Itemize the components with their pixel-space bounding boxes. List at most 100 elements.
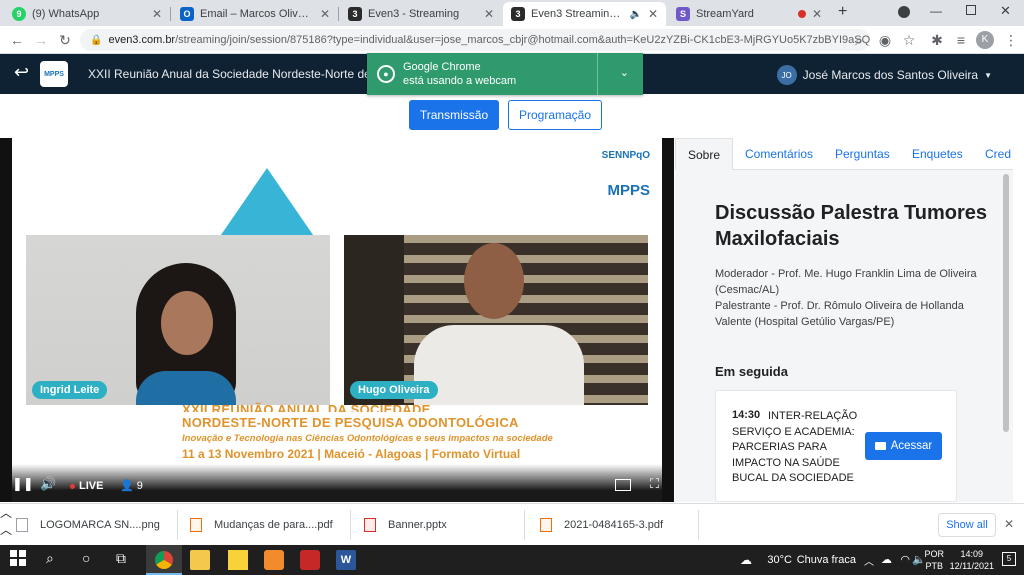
download-item[interactable]: LOGOMARCA SN....png — [16, 515, 160, 535]
sticky-notes-icon[interactable] — [228, 550, 248, 570]
participant-video-hugo: Hugo Oliveira — [344, 235, 648, 405]
browser-tab-streamyard[interactable]: S StreamYard ✕ — [668, 2, 830, 26]
address-bar[interactable]: 🔒 even3.com.br/streaming/join/session/87… — [80, 29, 870, 51]
sennpqo-logo: SENNPqO — [601, 150, 650, 161]
bookmark-star-icon[interactable]: ☆ — [900, 31, 918, 49]
tab-comentarios[interactable]: Comentários — [745, 138, 813, 170]
close-icon[interactable]: ✕ — [320, 7, 330, 21]
session-side-panel: Sobre Comentários Perguntas Enquetes Cre… — [675, 138, 1013, 502]
download-filename: 2021-0484165-3.pdf — [564, 519, 664, 531]
search-icon[interactable]: ⌕ — [46, 550, 66, 570]
show-all-downloads-button[interactable]: Show all — [938, 513, 996, 537]
taskbar-chrome-active[interactable] — [146, 545, 182, 575]
media-icon[interactable]: ≡ — [952, 31, 970, 49]
pdf-file-icon — [540, 518, 552, 532]
participant-shirt — [136, 371, 236, 405]
programacao-button[interactable]: Programação — [508, 100, 602, 130]
download-divider — [350, 510, 351, 540]
browser-toolbar: ← → ↻ 🔒 even3.com.br/streaming/join/sess… — [0, 26, 1024, 54]
file-explorer-icon[interactable] — [190, 550, 210, 570]
chevron-down-icon: ▼ — [984, 70, 992, 80]
webcam-notification[interactable]: ● Google Chrome está usando a webcam ⌄ — [367, 53, 643, 95]
app-red-icon[interactable] — [300, 550, 320, 570]
chevron-down-icon[interactable]: ⌄ — [620, 66, 629, 79]
download-filename: Banner.pptx — [388, 519, 447, 531]
back-icon[interactable]: ← — [8, 31, 26, 49]
user-menu[interactable]: JO José Marcos dos Santos Oliveira ▼ — [776, 65, 992, 85]
extensions-icon[interactable]: ✱ — [928, 31, 946, 49]
download-filename: Mudanças de para....pdf — [214, 519, 333, 531]
transmissao-button[interactable]: Transmissão — [409, 100, 499, 130]
zoom-icon[interactable]: ⌕ — [850, 31, 868, 49]
next-session-card: 14:30 INTER-RELAÇÃO SERVIÇO E ACADEMIA: … — [715, 390, 957, 502]
user-avatar: JO — [776, 65, 797, 85]
tab-search-icon[interactable] — [898, 6, 910, 18]
speaker-icon[interactable]: 🔈 — [629, 9, 641, 20]
download-item[interactable]: Mudanças de para....pdf — [190, 515, 333, 535]
browser-tab-even3-discussion[interactable]: 3 Even3 Streaming - Discu 🔈 ✕ — [503, 2, 666, 26]
weather-icon[interactable]: ☁ — [740, 553, 752, 567]
wifi-icon[interactable]: ◠ — [900, 553, 910, 566]
restore-icon[interactable] — [966, 5, 976, 15]
viewer-count-value: 9 — [136, 480, 143, 492]
window-close-icon[interactable]: ✕ — [1000, 3, 1011, 19]
tray-overflow-icon[interactable]: ︿ — [864, 553, 874, 568]
tab-enquetes[interactable]: Enquetes — [912, 138, 963, 170]
lock-icon: 🔒 — [90, 34, 103, 46]
video-camera-icon — [874, 442, 886, 450]
acessar-button[interactable]: Acessar — [865, 432, 942, 460]
clock-date: 12/11/2021 — [949, 561, 994, 571]
participant-shirt — [414, 325, 584, 405]
close-icon[interactable]: ✕ — [812, 7, 822, 21]
download-divider — [177, 510, 178, 540]
browser-tab-whatsapp[interactable]: 9 (9) WhatsApp ✕ — [4, 2, 170, 26]
picture-in-picture-icon[interactable] — [615, 479, 631, 491]
clock[interactable]: 14:09 12/11/2021 — [950, 548, 994, 572]
tab-sobre[interactable]: Sobre — [675, 138, 734, 170]
new-tab-button[interactable]: + — [838, 3, 847, 21]
acessar-label: Acessar — [890, 440, 933, 452]
webcam-icon: ● — [377, 65, 395, 83]
tab-title: Even3 - Streaming — [368, 8, 460, 20]
pdf-file-icon — [190, 518, 202, 532]
word-icon[interactable]: W — [336, 550, 356, 570]
panel-scrollbar[interactable] — [1003, 174, 1009, 432]
browser-tab-email[interactable]: O Email – Marcos Oliveira – Out ✕ — [172, 2, 338, 26]
tab-perguntas[interactable]: Perguntas — [835, 138, 890, 170]
close-downloads-icon[interactable]: ✕ — [1004, 517, 1014, 531]
close-icon[interactable]: ✕ — [152, 7, 162, 21]
back-arrow-icon[interactable]: ↩ — [14, 62, 29, 83]
volume-icon[interactable]: 🔊 — [40, 476, 56, 492]
tab-creditos[interactable]: Cred — [985, 138, 1011, 170]
windows-taskbar: ⌕ ○ ⧉ W ☁ 30°C Chuva fraca ︿ ☁ ◠ 🔈 POR P… — [0, 545, 1024, 575]
menu-kebab-icon[interactable]: ⋮ — [1002, 31, 1020, 49]
event-logo[interactable]: MPPS — [40, 61, 68, 87]
url-path: /streaming/join/session/875186?type=indi… — [175, 34, 870, 46]
forward-icon[interactable]: → — [32, 31, 50, 49]
video-player[interactable]: SENNPqO MPPS Ingrid Leite Hugo Oliveira … — [12, 138, 662, 502]
download-item[interactable]: 2021-0484165-3.pdf — [540, 515, 663, 535]
reload-icon[interactable]: ↻ — [56, 31, 74, 49]
cortana-icon[interactable]: ○ — [82, 550, 102, 570]
profile-avatar[interactable]: K — [976, 31, 994, 49]
weather-desc[interactable]: Chuva fraca — [797, 554, 856, 566]
browser-tab-even3-streaming[interactable]: 3 Even3 - Streaming ✕ — [340, 2, 502, 26]
close-icon[interactable]: ✕ — [648, 7, 658, 21]
app-orange-icon[interactable] — [264, 550, 284, 570]
onedrive-icon[interactable]: ☁ — [881, 553, 892, 566]
notifications-icon[interactable]: 5 — [1002, 552, 1016, 566]
windows-start-icon[interactable] — [10, 550, 30, 570]
minimize-icon[interactable]: — — [930, 4, 942, 18]
download-item[interactable]: Banner.pptx — [364, 515, 447, 535]
player-border — [0, 138, 12, 502]
language-indicator[interactable]: POR PTB — [924, 548, 944, 572]
weather-temp[interactable]: 30°C — [767, 554, 792, 566]
fullscreen-icon[interactable]: ⛶ — [650, 476, 659, 492]
player-border — [662, 138, 674, 502]
pause-icon[interactable]: ❚❚ — [12, 476, 34, 492]
close-icon[interactable]: ✕ — [484, 7, 494, 21]
session-moderator: Moderador - Prof. Me. Hugo Franklin Lima… — [715, 268, 977, 296]
event-banner: XXII REUNIÃO ANUAL DA SOCIEDADE NORDESTE… — [182, 402, 602, 461]
camera-blocked-icon[interactable]: ◉ — [876, 31, 894, 49]
task-view-icon[interactable]: ⧉ — [116, 550, 136, 570]
